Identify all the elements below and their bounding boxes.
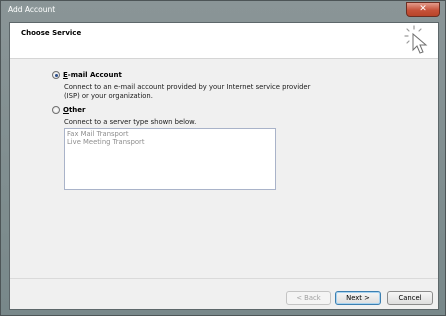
other-label[interactable]: Other: [63, 106, 85, 114]
server-type-listbox[interactable]: Fax Mail Transport Live Meeting Transpor…: [64, 128, 276, 190]
dialog-header: Choose Service: [10, 23, 438, 59]
window-title: Add Account: [8, 5, 56, 14]
list-item[interactable]: Fax Mail Transport: [67, 130, 273, 138]
email-description-line2: (ISP) or your organization.: [64, 92, 153, 100]
other-label-text: ther: [68, 106, 86, 114]
dialog-client-area: Choose Service E-mail Account Connect to…: [9, 22, 439, 310]
page-title: Choose Service: [21, 29, 82, 37]
back-button[interactable]: < Back: [286, 291, 331, 305]
add-account-window: Add Account ✕ Choose Service E-mail Acco…: [0, 0, 446, 316]
title-bar[interactable]: Add Account ✕: [1, 1, 445, 21]
list-item[interactable]: Live Meeting Transport: [67, 138, 273, 146]
email-account-label[interactable]: E-mail Account: [63, 71, 122, 79]
cancel-button[interactable]: Cancel: [387, 291, 433, 305]
close-button[interactable]: ✕: [406, 2, 440, 17]
email-description-line1: Connect to an e-mail account provided by…: [64, 83, 311, 91]
close-icon: ✕: [419, 4, 427, 14]
email-account-label-text: -mail Account: [67, 71, 122, 79]
footer-separator: [10, 278, 438, 279]
other-radio[interactable]: [52, 106, 60, 114]
email-account-option[interactable]: E-mail Account: [52, 71, 122, 79]
other-option[interactable]: Other: [52, 106, 85, 114]
cursor-sparkle-icon: [404, 25, 428, 54]
next-button[interactable]: Next >: [335, 291, 381, 305]
email-account-description: Connect to an e-mail account provided by…: [64, 83, 310, 101]
other-description: Connect to a server type shown below.: [64, 118, 197, 126]
email-account-radio[interactable]: [52, 71, 60, 79]
